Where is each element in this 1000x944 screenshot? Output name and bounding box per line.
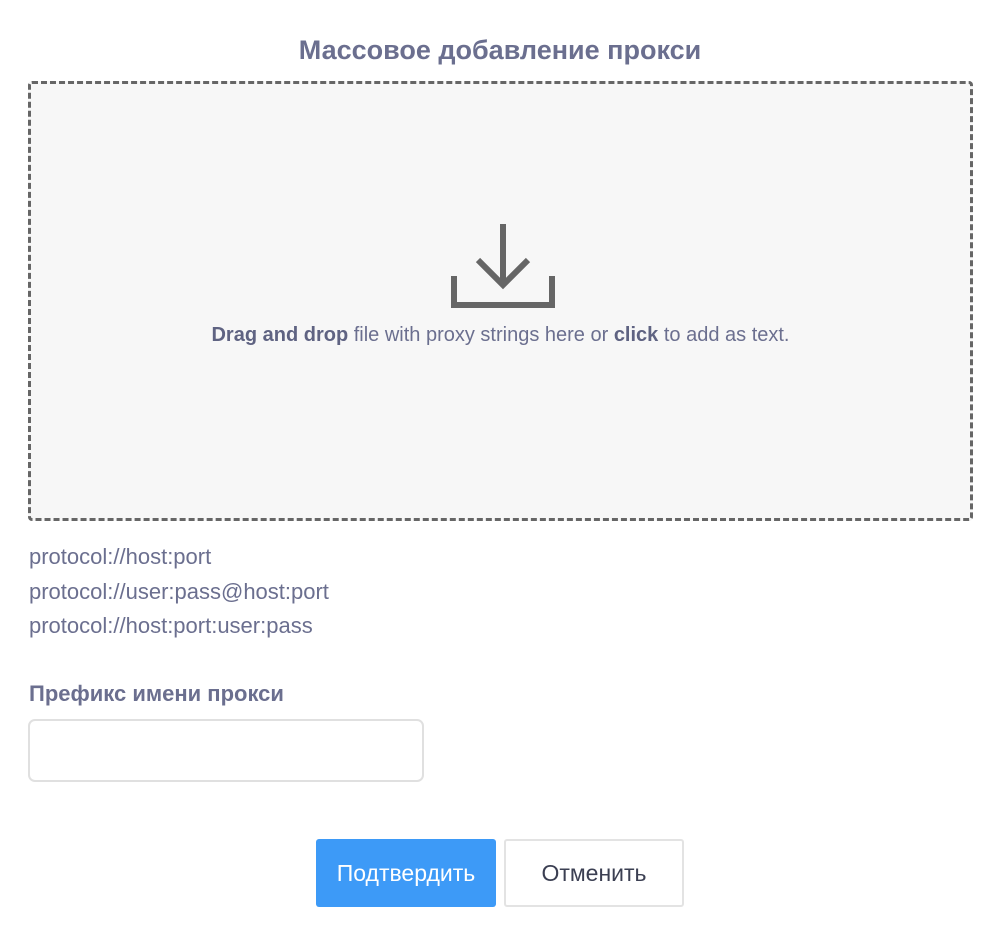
proxy-format-examples: protocol://host:port protocol://user:pas… bbox=[29, 540, 629, 644]
dropzone-text-end: to add as text. bbox=[658, 324, 790, 346]
dialog-title: Массовое добавление прокси bbox=[298, 35, 702, 65]
click-emphasis: click bbox=[613, 324, 659, 346]
dropzone-instructions: Drag and drop file with proxy strings he… bbox=[31, 321, 970, 349]
proxy-prefix-label: Префикс имени прокси bbox=[29, 681, 284, 706]
dropzone-text-middle: file with proxy strings here or bbox=[348, 324, 614, 346]
drag-drop-emphasis: Drag and drop bbox=[211, 324, 349, 346]
format-example: protocol://host:port:user:pass bbox=[29, 613, 313, 638]
confirm-button[interactable]: Подтвердить bbox=[316, 839, 496, 907]
proxy-prefix-input[interactable] bbox=[28, 719, 424, 782]
format-example: protocol://host:port bbox=[29, 544, 212, 569]
proxy-dropzone[interactable]: Drag and drop file with proxy strings he… bbox=[28, 81, 973, 521]
download-icon bbox=[451, 224, 555, 308]
format-example: protocol://user:pass@host:port bbox=[29, 578, 329, 604]
cancel-button[interactable]: Отменить bbox=[504, 839, 684, 907]
